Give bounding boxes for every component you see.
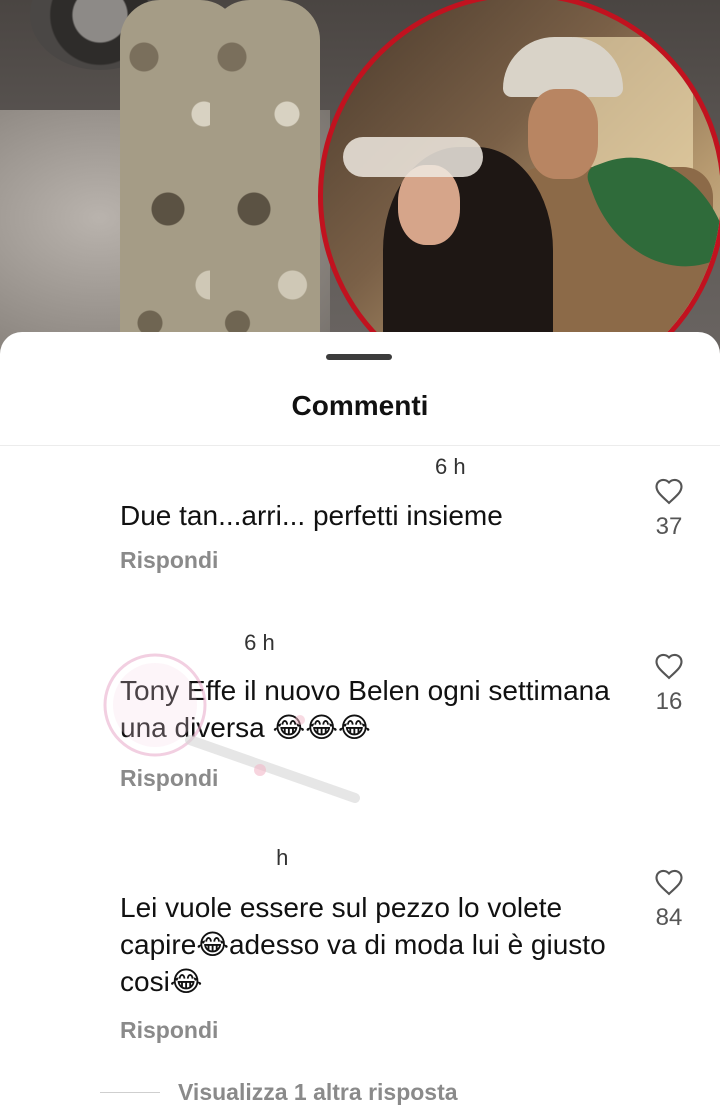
comment-time: h xyxy=(276,845,289,870)
reply-button[interactable]: Rispondi xyxy=(120,1017,218,1044)
view-more-replies[interactable]: Visualizza 1 altra risposta xyxy=(100,1077,458,1107)
comment-time: 6 h xyxy=(435,454,466,479)
like-count: 37 xyxy=(655,513,683,540)
comments-sheet: Commenti 6 h Due tan...arri... perfetti … xyxy=(0,332,720,1111)
comment-time: 6 h xyxy=(244,630,275,655)
drag-handle[interactable] xyxy=(326,354,392,360)
like-count: 84 xyxy=(655,904,683,931)
background-photo xyxy=(0,0,720,380)
comment-text: Due tan...arri... perfetti insieme xyxy=(120,500,503,531)
heart-icon[interactable] xyxy=(654,652,684,680)
camo-trousers-right xyxy=(210,0,320,380)
heart-icon[interactable] xyxy=(654,477,684,505)
sheet-title: Commenti xyxy=(291,390,429,421)
comment-meta: 6 h xyxy=(230,630,275,656)
inset-photo xyxy=(318,0,720,380)
like-button[interactable]: 37 xyxy=(640,477,698,541)
comment-text: Lei vuole essere sul pezzo lo volete cap… xyxy=(120,892,606,997)
view-more-label[interactable]: Visualizza 1 altra risposta xyxy=(178,1079,458,1106)
like-button[interactable]: 84 xyxy=(640,868,698,932)
reply-thread-line xyxy=(100,1091,160,1093)
reply-button[interactable]: Rispondi xyxy=(120,547,218,574)
like-button[interactable]: 16 xyxy=(640,652,698,716)
comment-meta: 6 h xyxy=(120,454,466,480)
comment-text: Tony Effe il nuovo Belen ogni settimana … xyxy=(120,675,610,743)
like-count: 16 xyxy=(655,688,683,715)
reply-button[interactable]: Rispondi xyxy=(120,765,218,792)
heart-icon[interactable] xyxy=(654,868,684,896)
comment-meta: h xyxy=(262,845,288,871)
divider xyxy=(0,445,720,446)
